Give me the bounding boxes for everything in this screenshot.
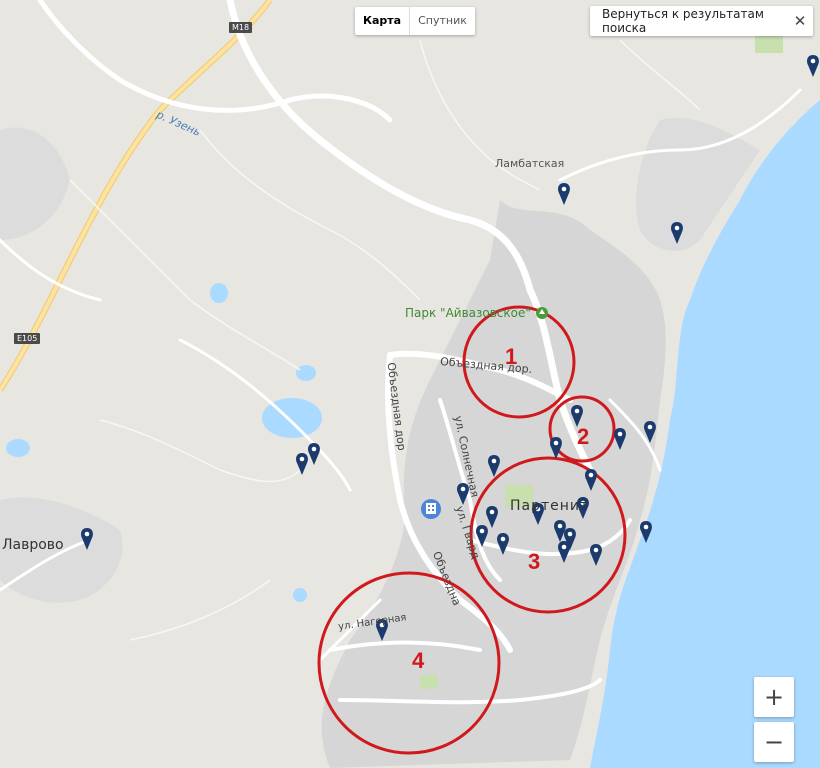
close-icon[interactable]: ✕ xyxy=(787,12,813,30)
road-shield-e105: E105 xyxy=(14,333,41,344)
back-to-results-label: Вернуться к результатам поиска xyxy=(602,7,764,35)
tab-map[interactable]: Карта xyxy=(355,7,409,35)
map-type-toggle: Карта Спутник xyxy=(355,7,475,35)
village-nw xyxy=(0,127,70,240)
label-partenit: Партенит xyxy=(510,498,590,514)
road xyxy=(226,0,534,294)
lake xyxy=(210,283,228,303)
annotation-number: 2 xyxy=(577,424,590,449)
label-lavrovoe: Лаврово xyxy=(2,537,64,553)
annotation-number: 4 xyxy=(412,648,425,673)
map-canvas[interactable] xyxy=(0,0,820,768)
zoom-out-button[interactable]: − xyxy=(754,722,794,762)
label-lambatskaya: Ламбатская xyxy=(495,157,565,170)
road-shield-m18: M18 xyxy=(229,22,253,33)
zoom-in-button[interactable]: + xyxy=(754,677,794,717)
tab-satellite[interactable]: Спутник xyxy=(409,7,475,35)
back-to-results-button[interactable]: Вернуться к результатам поиска ✕ xyxy=(590,6,813,36)
annotation-number: 3 xyxy=(528,549,541,574)
location-pin-icon xyxy=(807,55,819,77)
park-area xyxy=(755,35,783,53)
location-pin-icon xyxy=(308,443,320,465)
label-park: Парк "Айвазовское" xyxy=(405,306,531,320)
location-pin-icon xyxy=(558,183,570,205)
road xyxy=(0,238,102,302)
annotation-number: 1 xyxy=(505,344,518,369)
lake xyxy=(6,439,30,457)
lake xyxy=(293,588,307,602)
park-icon xyxy=(536,307,548,319)
lake xyxy=(296,365,316,381)
hotel-icon xyxy=(421,499,441,519)
park-area xyxy=(420,675,438,689)
